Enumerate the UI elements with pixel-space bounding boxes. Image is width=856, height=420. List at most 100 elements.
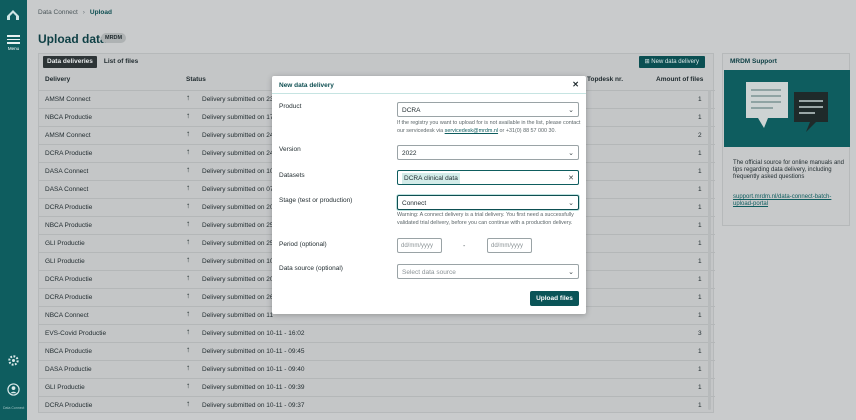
delivery-name: DCRA Productie — [45, 204, 93, 211]
support-link[interactable]: support.mrdm.nl/data-connect-batch-uploa… — [733, 194, 845, 208]
support-description: The official source for online manuals a… — [733, 160, 844, 180]
tab-data-deliveries[interactable]: Data deliveries — [43, 56, 97, 68]
upload-arrow-icon: ↑ — [186, 381, 190, 390]
chevron-down-icon: ⌄ — [568, 107, 574, 114]
table-row[interactable]: NBCA Productie ↑ Delivery submitted on 10-… — [39, 342, 715, 360]
new-data-delivery-button[interactable]: ⊞ New data delivery — [638, 56, 705, 68]
support-card: MRDM Support The official source for onl… — [722, 53, 850, 226]
user-account-icon[interactable] — [7, 383, 20, 396]
amount-of-files: 1 — [698, 276, 702, 283]
breadcrumb-current: Upload — [89, 9, 112, 16]
breadcrumb: Data Connect › Upload — [38, 9, 112, 16]
datasource-label: Data source (optional) — [279, 265, 343, 272]
menu-button[interactable]: Menu — [6, 33, 21, 51]
delivery-name: EVS-Covid Productie — [45, 330, 107, 337]
delivery-name: GLI Productie — [45, 384, 85, 391]
amount-of-files: 1 — [698, 258, 702, 265]
delivery-status: Delivery submitted on 20 — [202, 204, 274, 211]
upload-arrow-icon: ↑ — [186, 201, 190, 210]
upload-arrow-icon: ↑ — [186, 399, 190, 408]
support-title: MRDM Support — [730, 58, 777, 65]
delivery-status: Delivery submitted on 10-11 - 09:37 — [202, 402, 305, 409]
column-delivery[interactable]: Delivery — [45, 76, 70, 83]
stage-select[interactable]: Connect ⌄ — [397, 195, 579, 210]
servicedesk-email-link[interactable]: servicedesk@mrdm.nl — [445, 128, 498, 134]
page-title: Upload data — [38, 32, 107, 46]
datasource-placeholder: Select data source — [402, 269, 456, 276]
stage-warning: Warning: A connect delivery is a trial d… — [397, 212, 574, 226]
delivery-name: DCRA Productie — [45, 402, 93, 409]
delivery-status: Delivery submitted on 24 — [202, 150, 274, 157]
amount-of-files: 1 — [698, 150, 702, 157]
delivery-status: Delivery submitted on 20 — [202, 276, 274, 283]
delivery-name: DASA Connect — [45, 168, 89, 175]
table-row[interactable]: DCRA Productie ↑ Delivery submitted on 10-… — [39, 396, 715, 414]
breadcrumb-root[interactable]: Data Connect — [38, 9, 78, 16]
delivery-name: NBCA Productie — [45, 348, 92, 355]
upload-arrow-icon: ↑ — [186, 309, 190, 318]
delivery-name: GLI Productie — [45, 258, 85, 265]
dialog-header: New data delivery ✕ — [272, 76, 586, 94]
period-start-date-input[interactable]: dd/mm/yyyy — [397, 238, 442, 253]
delivery-name: DASA Productie — [45, 366, 92, 373]
clear-icon[interactable]: ✕ — [568, 174, 574, 182]
delivery-name: AMSM Connect — [45, 96, 91, 103]
amount-of-files: 1 — [698, 294, 702, 301]
period-start-placeholder: dd/mm/yyyy — [401, 243, 434, 249]
stage-value: Connect — [402, 200, 427, 207]
delivery-status: Delivery submitted on 11 — [202, 312, 274, 319]
delivery-status: Delivery submitted on 10-11 - 09:45 — [202, 348, 305, 355]
dataset-chip[interactable]: DCRA clinical data — [402, 173, 460, 184]
period-end-date-input[interactable]: dd/mm/yyyy — [487, 238, 532, 253]
version-label: Version — [279, 146, 301, 153]
datasource-select[interactable]: Select data source ⌄ — [397, 264, 579, 279]
delivery-status: Delivery submitted on 10 — [202, 258, 274, 265]
product-value: DCRA — [402, 107, 421, 114]
dialog-title: New data delivery — [279, 82, 334, 89]
product-help-suffix: or +31(0) 88 57 000 30. — [498, 127, 557, 134]
delivery-status: Delivery submitted on 24 — [202, 132, 274, 139]
upload-arrow-icon: ↑ — [186, 147, 190, 156]
amount-of-files: 2 — [698, 132, 702, 139]
support-chat-illustration — [724, 70, 850, 147]
amount-of-files: 1 — [698, 168, 702, 175]
column-status[interactable]: Status — [186, 76, 206, 83]
datasets-label: Datasets — [279, 172, 305, 179]
upload-arrow-icon: ↑ — [186, 327, 190, 336]
upload-files-button[interactable]: Upload files — [530, 291, 579, 306]
amount-of-files: 1 — [698, 366, 702, 373]
delivery-name: DCRA Productie — [45, 150, 93, 157]
close-icon[interactable]: ✕ — [572, 80, 579, 89]
amount-of-files: 1 — [698, 402, 702, 409]
amount-of-files: 1 — [698, 240, 702, 247]
organization-badge: MRDM — [101, 33, 127, 43]
amount-of-files: 1 — [698, 222, 702, 229]
upload-arrow-icon: ↑ — [186, 129, 190, 138]
table-row[interactable]: EVS-Covid Productie ↑ Delivery submitted o… — [39, 324, 715, 342]
side-navigation: Menu Data Connect — [0, 0, 27, 420]
upload-arrow-icon: ↑ — [186, 345, 190, 354]
product-select[interactable]: DCRA ⌄ — [397, 102, 579, 117]
chevron-down-icon: ⌄ — [568, 269, 574, 276]
delivery-status: Delivery submitted on 10 — [202, 168, 274, 175]
mrdm-logo-icon[interactable] — [6, 8, 20, 22]
table-scrollbar[interactable] — [708, 90, 711, 410]
upload-arrow-icon: ↑ — [186, 237, 190, 246]
amount-of-files: 1 — [698, 348, 702, 355]
chevron-down-icon: ⌄ — [568, 150, 574, 157]
table-row[interactable]: DASA Productie ↑ Delivery submitted on 10-… — [39, 360, 715, 378]
tab-list-of-files[interactable]: List of files — [100, 56, 142, 68]
gear-icon[interactable] — [7, 354, 20, 367]
delivery-status: Delivery submitted on 10-11 - 09:40 — [202, 366, 305, 373]
column-amount-of-files[interactable]: Amount of files — [656, 76, 703, 83]
datasets-select[interactable]: DCRA clinical data ✕ — [397, 170, 579, 185]
delivery-name: NBCA Connect — [45, 312, 89, 319]
amount-of-files: 1 — [698, 204, 702, 211]
column-topdesk[interactable]: Topdesk nr. — [587, 76, 623, 83]
version-select[interactable]: 2022 ⌄ — [397, 145, 579, 160]
delivery-status: Delivery submitted on 10-11 - 16:02 — [202, 330, 305, 337]
delivery-name: GLI Productie — [45, 240, 85, 247]
table-row[interactable]: GLI Productie ↑ Delivery submitted on 10-1… — [39, 378, 715, 396]
delivery-status: Delivery submitted on 17 — [202, 114, 274, 121]
new-data-delivery-label: New data delivery — [651, 59, 699, 65]
